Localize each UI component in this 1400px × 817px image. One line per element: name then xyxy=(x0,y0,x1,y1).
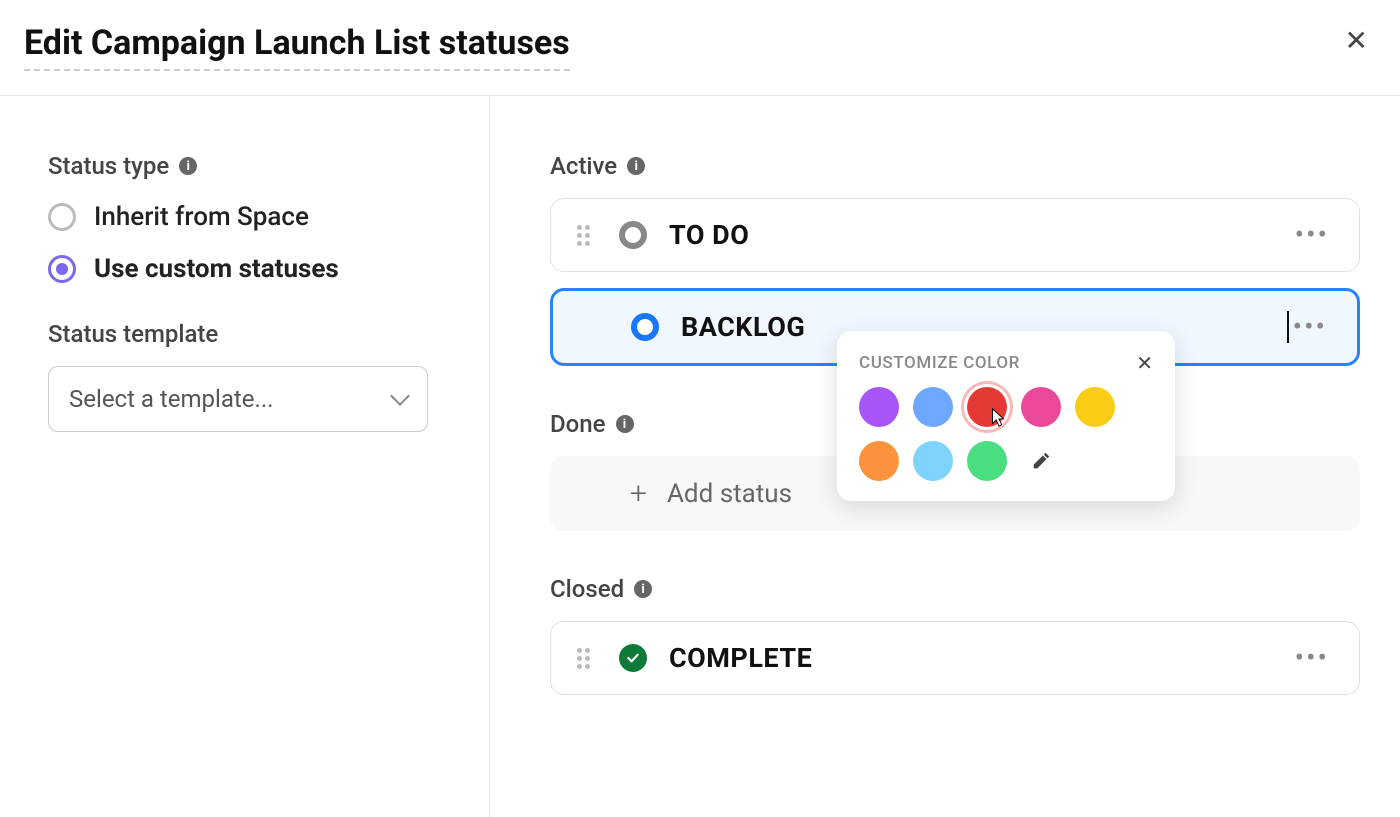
color-swatch-orange[interactable] xyxy=(859,441,899,481)
status-color-indicator[interactable] xyxy=(619,644,647,672)
swatch-grid xyxy=(859,387,1153,481)
check-icon xyxy=(625,650,641,666)
drag-handle-icon[interactable] xyxy=(577,648,597,669)
cursor-icon xyxy=(987,407,1009,433)
status-type-label-text: Status type xyxy=(48,152,169,180)
status-color-indicator[interactable] xyxy=(631,313,659,341)
group-label-text: Closed xyxy=(550,575,624,603)
radio-inherit-from-space[interactable]: Inherit from Space xyxy=(48,202,465,232)
popover-close-button[interactable]: ✕ xyxy=(1136,353,1153,373)
radio-icon xyxy=(48,255,76,283)
group-label-active: Active i xyxy=(550,152,1360,180)
info-icon[interactable]: i xyxy=(616,415,634,433)
radio-label: Use custom statuses xyxy=(94,254,339,284)
status-name: COMPLETE xyxy=(669,642,1291,674)
radio-icon xyxy=(48,203,76,231)
color-swatch-yellow[interactable] xyxy=(1075,387,1115,427)
group-label-text: Active xyxy=(550,152,617,180)
template-select[interactable]: Select a template... xyxy=(48,366,428,432)
right-panel: Active i TO DO ••• ••• Done i + Add stat… xyxy=(490,96,1400,817)
template-select-placeholder: Select a template... xyxy=(69,385,273,413)
status-type-label: Status type i xyxy=(48,152,465,180)
radio-inner-dot xyxy=(56,263,68,275)
group-label-closed: Closed i xyxy=(550,575,1360,603)
info-icon[interactable]: i xyxy=(634,580,652,598)
plus-icon: + xyxy=(630,476,647,511)
modal-body: Status type i Inherit from Space Use cus… xyxy=(0,96,1400,817)
close-icon: ✕ xyxy=(1345,24,1368,57)
color-swatch-light-blue[interactable] xyxy=(913,441,953,481)
radio-label: Inherit from Space xyxy=(94,202,309,232)
status-row-todo[interactable]: TO DO ••• xyxy=(550,198,1360,272)
status-template-label: Status template xyxy=(48,320,465,348)
row-actions-button[interactable]: ••• xyxy=(1289,316,1331,338)
color-popover: Customize Color ✕ xyxy=(837,331,1175,501)
status-row-complete[interactable]: COMPLETE ••• xyxy=(550,621,1360,695)
popover-header: Customize Color ✕ xyxy=(859,353,1153,373)
chevron-down-icon xyxy=(390,386,410,406)
info-icon[interactable]: i xyxy=(179,157,197,175)
status-color-indicator[interactable] xyxy=(619,221,647,249)
info-icon[interactable]: i xyxy=(627,157,645,175)
modal-header: Edit Campaign Launch List statuses ✕ xyxy=(0,0,1400,96)
drag-handle-icon[interactable] xyxy=(577,225,597,246)
color-swatch-purple[interactable] xyxy=(859,387,899,427)
status-name: TO DO xyxy=(669,219,1291,251)
color-swatch-blue[interactable] xyxy=(913,387,953,427)
close-button[interactable]: ✕ xyxy=(1337,19,1376,63)
color-swatch-red[interactable] xyxy=(967,387,1007,427)
color-swatch-green[interactable] xyxy=(967,441,1007,481)
radio-use-custom-statuses[interactable]: Use custom statuses xyxy=(48,254,465,284)
closed-section: Closed i COMPLETE ••• xyxy=(550,575,1360,695)
eyedropper-icon xyxy=(1030,450,1052,472)
left-panel: Status type i Inherit from Space Use cus… xyxy=(0,96,490,817)
eyedropper-button[interactable] xyxy=(1021,441,1061,481)
close-icon: ✕ xyxy=(1136,351,1153,375)
add-status-label: Add status xyxy=(667,479,792,509)
row-actions-button[interactable]: ••• xyxy=(1291,224,1333,246)
group-label-text: Done xyxy=(550,410,606,438)
color-swatch-pink[interactable] xyxy=(1021,387,1061,427)
row-actions-button[interactable]: ••• xyxy=(1291,647,1333,669)
popover-title: Customize Color xyxy=(859,353,1020,373)
modal-title: Edit Campaign Launch List statuses xyxy=(24,11,570,71)
